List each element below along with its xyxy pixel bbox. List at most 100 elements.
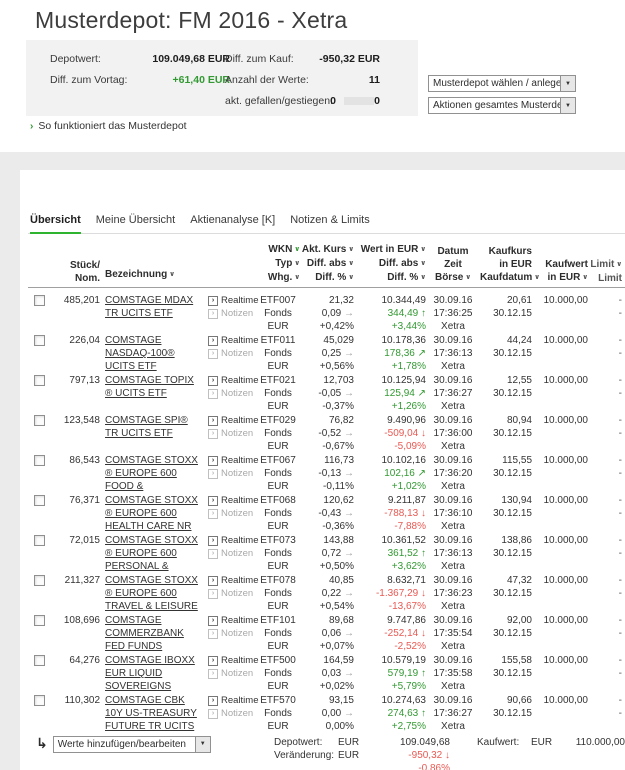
row-checkbox[interactable] [34, 655, 45, 666]
header-akt-kurs[interactable]: Akt. Kurs Diff. abs Diff. % [300, 243, 354, 285]
instrument-link[interactable]: COMSTAGE STOXX ® EUROPE 600 FOOD & BEVER… [105, 455, 198, 493]
notizen-link[interactable]: Notizen [208, 547, 256, 560]
row-checkbox[interactable] [34, 295, 45, 306]
header-bezeichnung[interactable]: Bezeichnung [100, 243, 200, 282]
realtime-toggle-icon[interactable] [208, 296, 218, 306]
notizen-toggle-icon[interactable] [208, 509, 218, 519]
realtime-toggle-icon[interactable] [208, 456, 218, 466]
header-wert[interactable]: Wert in EUR Diff. abs Diff. % [354, 243, 426, 285]
realtime-link[interactable]: Realtime [208, 614, 256, 627]
realtime-toggle-icon[interactable] [208, 616, 218, 626]
header-datum[interactable]: Datum Zeit Börse [426, 243, 480, 285]
sort-icon[interactable] [418, 257, 426, 271]
tab-meine-uebersicht[interactable]: Meine Übersicht [96, 214, 175, 233]
notizen-link[interactable]: Notizen [208, 587, 256, 600]
sort-icon[interactable] [346, 271, 354, 285]
sort-icon[interactable] [346, 257, 354, 271]
sort-icon[interactable] [463, 271, 471, 285]
row-checkbox[interactable] [34, 375, 45, 386]
instrument-link[interactable]: COMSTAGE STOXX ® EUROPE 600 HEALTH CARE … [105, 495, 198, 533]
notizen-link[interactable]: Notizen [208, 707, 256, 720]
realtime-toggle-icon[interactable] [208, 656, 218, 666]
dropdown-arrow-icon[interactable] [560, 76, 575, 91]
realtime-toggle-icon[interactable] [208, 496, 218, 506]
sort-icon[interactable] [167, 268, 175, 282]
aktionen-select[interactable]: Aktionen gesamtes Musterdepot [428, 97, 576, 114]
notizen-link[interactable]: Notizen [208, 507, 256, 520]
notizen-toggle-icon[interactable] [208, 589, 218, 599]
row-checkbox[interactable] [34, 535, 45, 546]
sort-icon-active[interactable] [292, 243, 300, 257]
sort-icon[interactable] [292, 271, 300, 285]
dropdown-arrow-icon[interactable] [560, 98, 575, 113]
instrument-link[interactable]: COMSTAGE IBOXX EUR LIQUID SOVEREIGNS DIV… [105, 655, 195, 693]
notizen-link[interactable]: Notizen [208, 347, 256, 360]
row-checkbox[interactable] [34, 335, 45, 346]
dropdown-arrow-icon[interactable] [195, 737, 210, 752]
sort-icon[interactable] [346, 243, 354, 257]
realtime-toggle-icon[interactable] [208, 376, 218, 386]
row-checkbox[interactable] [34, 695, 45, 706]
tab-aktienanalyse[interactable]: Aktienanalyse [K] [190, 214, 275, 233]
realtime-link[interactable]: Realtime [208, 574, 256, 587]
realtime-toggle-icon[interactable] [208, 576, 218, 586]
header-stueck[interactable]: Stück/ Nom. [50, 243, 100, 285]
row-checkbox[interactable] [34, 575, 45, 586]
realtime-link[interactable]: Realtime [208, 454, 256, 467]
sort-icon[interactable] [580, 271, 588, 285]
notizen-toggle-icon[interactable] [208, 469, 218, 479]
notizen-link[interactable]: Notizen [208, 427, 256, 440]
header-kaufwert[interactable]: Kaufwert in EUR [532, 243, 588, 285]
notizen-link[interactable]: Notizen [208, 667, 256, 680]
realtime-toggle-icon[interactable] [208, 336, 218, 346]
realtime-link[interactable]: Realtime [208, 534, 256, 547]
row-checkbox[interactable] [34, 615, 45, 626]
realtime-link[interactable]: Realtime [208, 294, 256, 307]
instrument-link[interactable]: COMSTAGE MDAX TR UCITS ETF [105, 295, 193, 319]
notizen-link[interactable]: Notizen [208, 467, 256, 480]
realtime-link[interactable]: Realtime [208, 414, 256, 427]
notizen-link[interactable]: Notizen [208, 627, 256, 640]
row-checkbox[interactable] [34, 495, 45, 506]
sort-icon[interactable] [418, 243, 426, 257]
notizen-toggle-icon[interactable] [208, 349, 218, 359]
notizen-toggle-icon[interactable] [208, 629, 218, 639]
notizen-toggle-icon[interactable] [208, 709, 218, 719]
musterdepot-select[interactable]: Musterdepot wählen / anlegen [428, 75, 576, 92]
sort-icon[interactable] [614, 258, 622, 272]
notizen-toggle-icon[interactable] [208, 389, 218, 399]
realtime-link[interactable]: Realtime [208, 374, 256, 387]
header-kaufkurs[interactable]: Kaufkurs in EUR Kaufdatum [480, 243, 532, 285]
realtime-link[interactable]: Realtime [208, 694, 256, 707]
realtime-link[interactable]: Realtime [208, 334, 256, 347]
instrument-link[interactable]: COMSTAGE TOPIX ® UCITS ETF [105, 375, 194, 399]
tab-notizen-limits[interactable]: Notizen & Limits [290, 214, 369, 233]
tab-uebersicht[interactable]: Übersicht [30, 214, 81, 234]
header-wkn-typ-whg[interactable]: WKN Typ Whg. [256, 243, 300, 285]
instrument-link[interactable]: COMSTAGE SPI® TR UCITS ETF [105, 415, 188, 439]
notizen-link[interactable]: Notizen [208, 307, 256, 320]
realtime-link[interactable]: Realtime [208, 654, 256, 667]
notizen-toggle-icon[interactable] [208, 309, 218, 319]
sort-icon[interactable] [418, 271, 426, 285]
werte-bearbeiten-select[interactable]: Werte hinzufügen/bearbeiten [53, 736, 211, 753]
instrument-link[interactable]: COMSTAGE STOXX ® EUROPE 600 TRAVEL & LEI… [105, 575, 198, 613]
realtime-toggle-icon[interactable] [208, 416, 218, 426]
notizen-toggle-icon[interactable] [208, 549, 218, 559]
instrument-link[interactable]: COMSTAGE NASDAQ-100® UCITS ETF [105, 335, 175, 372]
realtime-toggle-icon[interactable] [208, 536, 218, 546]
notizen-toggle-icon[interactable] [208, 669, 218, 679]
kaufdatum-value: 30.12.15 [480, 547, 532, 560]
instrument-link[interactable]: COMSTAGE COMMERZBANK FED FUNDS EFFECTIVE… [105, 615, 189, 653]
header-limit[interactable]: Limit Limit [588, 243, 622, 285]
row-checkbox[interactable] [34, 415, 45, 426]
notizen-toggle-icon[interactable] [208, 429, 218, 439]
row-checkbox[interactable] [34, 455, 45, 466]
realtime-toggle-icon[interactable] [208, 696, 218, 706]
instrument-link[interactable]: COMSTAGE CBK 10Y US-TREASURY FUTURE TR U… [105, 695, 197, 733]
notizen-link[interactable]: Notizen [208, 387, 256, 400]
sort-icon[interactable] [292, 257, 300, 271]
realtime-link[interactable]: Realtime [208, 494, 256, 507]
help-link[interactable]: ›So funktioniert das Musterdepot [30, 120, 187, 132]
instrument-link[interactable]: COMSTAGE STOXX ® EUROPE 600 PERSONAL & H… [105, 535, 198, 573]
